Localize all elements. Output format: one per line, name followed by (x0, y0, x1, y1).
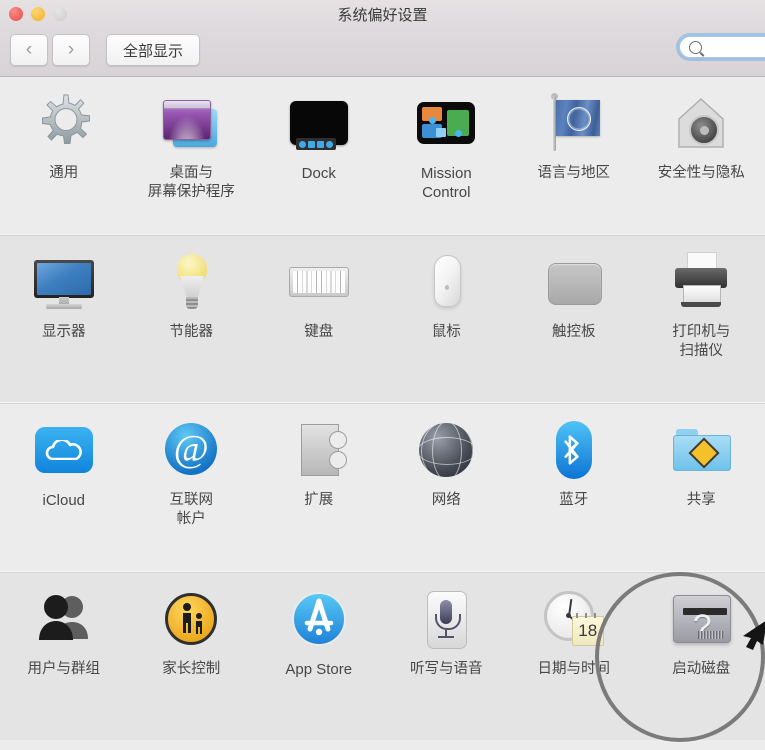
parental-controls-icon (159, 587, 223, 651)
window-title: 系统偏好设置 (337, 7, 428, 24)
pref-item-mouse[interactable]: 鼠标 (383, 236, 511, 403)
keyboard-icon (287, 250, 351, 314)
pref-item-icloud[interactable]: iCloud (0, 404, 128, 572)
toolbar: ‹ › 全部显示 (0, 28, 765, 77)
pref-item-label: 用户与群组 (27, 661, 101, 677)
pref-item-label: 打印机与 扫描仪 (672, 324, 731, 359)
gear-icon (32, 91, 96, 155)
startup-disk-icon: ? (669, 587, 733, 651)
dock-icon (287, 91, 351, 155)
preference-row: 显示器 节能器 键盘 鼠标 触控板 打印机与 扫描仪 (0, 236, 765, 404)
pref-item-general[interactable]: 通用 (0, 77, 128, 235)
pref-item-label: App Store (285, 661, 353, 678)
pref-item-label: 显示器 (42, 324, 86, 340)
bluetooth-icon (542, 418, 606, 482)
preference-row: 通用 桌面与 屏幕保护程序 Dock Mission Control 语言与地区… (0, 77, 765, 236)
sharing-folder-icon (669, 418, 733, 482)
pref-item-dock[interactable]: Dock (255, 77, 383, 235)
pref-item-network[interactable]: 网络 (383, 404, 511, 572)
pref-item-dictation-speech[interactable]: 听写与语音 (383, 573, 511, 740)
search-icon (689, 40, 702, 54)
navigation-buttons: ‹ › 全部显示 (10, 34, 201, 66)
pref-item-label: 蓝牙 (559, 492, 589, 508)
pref-item-label: 鼠标 (431, 324, 461, 340)
pref-item-keyboard[interactable]: 键盘 (255, 236, 383, 403)
system-preferences-window: 系统偏好设置 ‹ › 全部显示 通用 桌面与 屏幕保护程序 Dock Missi… (0, 0, 765, 750)
pref-item-printers-scanners[interactable]: 打印机与 扫描仪 (638, 236, 765, 403)
pref-item-label: 通用 (49, 165, 79, 181)
pref-item-parental-controls[interactable]: 家长控制 (128, 573, 256, 740)
pref-item-energy-saver[interactable]: 节能器 (128, 236, 256, 403)
preferences-grid: 通用 桌面与 屏幕保护程序 Dock Mission Control 语言与地区… (0, 77, 765, 740)
users-groups-icon (32, 587, 96, 651)
pref-item-security-privacy[interactable]: 安全性与隐私 (638, 77, 765, 235)
pref-item-internet-accounts[interactable]: @ 互联网 帐户 (128, 404, 256, 572)
pref-item-label: Mission Control (420, 165, 472, 201)
pref-item-users-groups[interactable]: 用户与群组 (0, 573, 128, 740)
pref-item-label: 日期与时间 (537, 661, 611, 677)
pref-item-sharing[interactable]: 共享 (638, 404, 765, 572)
back-button[interactable]: ‹ (10, 34, 48, 66)
mouse-icon (414, 250, 478, 314)
search-input[interactable] (706, 39, 765, 55)
pref-item-mission-control[interactable]: Mission Control (383, 77, 511, 235)
forward-button[interactable]: › (52, 34, 90, 66)
desktop-screensaver-icon (159, 91, 223, 155)
pref-item-label: Dock (301, 165, 336, 182)
mission-control-icon (414, 91, 478, 155)
pref-item-label: 听写与语音 (410, 661, 483, 677)
trackpad-icon (542, 250, 606, 314)
date-time-clock-icon: 18 (542, 587, 606, 651)
pref-item-label: 键盘 (304, 324, 334, 340)
pref-item-label: 扩展 (304, 492, 334, 508)
pref-item-label: 桌面与 屏幕保护程序 (147, 165, 235, 200)
preference-row: 用户与群组 家长控制 App Store 听写与语音 18 日期与时间 ? 启动… (0, 573, 765, 740)
pref-item-label: 启动磁盘 (672, 661, 731, 677)
pref-item-extensions[interactable]: 扩展 (255, 404, 383, 572)
pref-item-bluetooth[interactable]: 蓝牙 (510, 404, 638, 572)
display-icon (32, 250, 96, 314)
pref-item-label: 节能器 (169, 324, 214, 340)
app-store-icon (287, 587, 351, 651)
energy-saver-bulb-icon (159, 250, 223, 314)
pref-item-displays[interactable]: 显示器 (0, 236, 128, 403)
pref-item-date-time[interactable]: 18 日期与时间 (510, 573, 638, 740)
pref-item-trackpad[interactable]: 触控板 (510, 236, 638, 403)
icloud-icon (32, 418, 96, 482)
extensions-puzzle-icon (287, 418, 351, 482)
calendar-day: 18 (571, 616, 604, 646)
pref-item-label: 网络 (431, 492, 461, 508)
language-region-flag-icon (542, 91, 606, 155)
pref-item-label: 语言与地区 (537, 165, 611, 181)
pref-item-label: 家长控制 (162, 661, 221, 677)
pref-item-label: 共享 (686, 492, 716, 508)
pref-item-label: 触控板 (552, 324, 596, 340)
pref-item-language-region[interactable]: 语言与地区 (510, 77, 638, 235)
show-all-button[interactable]: 全部显示 (106, 34, 201, 66)
pref-item-label: 安全性与隐私 (657, 165, 745, 181)
pref-item-label: iCloud (42, 492, 86, 509)
at-glyph: @ (165, 423, 218, 475)
window-titlebar: 系统偏好设置 (0, 0, 765, 28)
network-globe-icon (414, 418, 478, 482)
search-field-wrapper (679, 36, 765, 58)
pref-item-app-store[interactable]: App Store (255, 573, 383, 740)
security-privacy-icon (669, 91, 733, 155)
printer-scanner-icon (669, 250, 733, 314)
pref-item-label: 互联网 帐户 (169, 492, 214, 527)
preference-row: iCloud @ 互联网 帐户 扩展 网络 蓝牙 共享 (0, 404, 765, 573)
pref-item-startup-disk[interactable]: ? 启动磁盘 (638, 573, 765, 740)
dictation-speech-mic-icon (414, 587, 478, 651)
internet-accounts-at-icon: @ (159, 418, 223, 482)
search-field[interactable] (679, 36, 765, 58)
pref-item-desktop-screensaver[interactable]: 桌面与 屏幕保护程序 (128, 77, 256, 235)
